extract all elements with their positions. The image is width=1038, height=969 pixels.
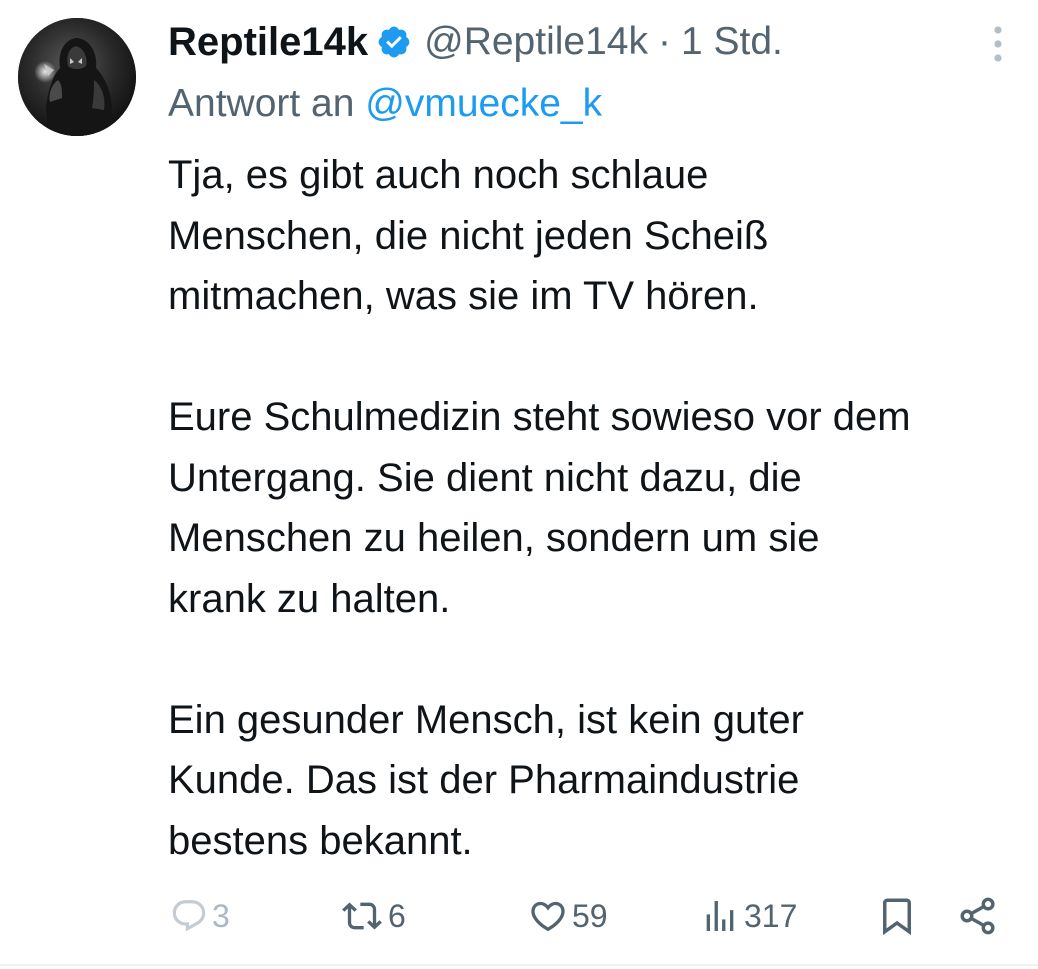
reply-context: Antwort an @vmuecke_k (168, 78, 602, 130)
tweet-paragraph: Ein gesunder Mensch, ist kein guter Kund… (168, 697, 804, 863)
action-bar: 3 6 59 317 (0, 888, 1038, 944)
more-vertical-icon[interactable] (982, 22, 1014, 66)
repost-button[interactable]: 6 (340, 888, 406, 944)
share-button[interactable] (956, 888, 1000, 944)
reply-bubble-icon (172, 900, 206, 932)
reply-mention-link[interactable]: @vmuecke_k (365, 82, 602, 125)
reply-button[interactable]: 3 (170, 888, 230, 944)
views-bar-chart-icon (706, 901, 734, 931)
divider (0, 964, 1038, 966)
reply-count: 3 (212, 897, 230, 934)
timestamp[interactable]: 1 Std. (681, 20, 783, 64)
tweet-paragraph: Eure Schulmedizin steht sowieso vor dem … (168, 395, 911, 621)
tweet-text: Tja, es gibt auch noch schlaue Menschen,… (168, 145, 1028, 871)
like-count: 59 (572, 897, 608, 934)
repost-count: 6 (388, 897, 406, 934)
bookmark-icon (883, 898, 911, 936)
share-icon (960, 897, 995, 935)
tweet-header: Reptile14k @Reptile14k · 1 Std. (168, 14, 783, 70)
tweet-paragraph: Tja, es gibt auch noch schlaue Menschen,… (168, 153, 769, 318)
avatar-image (18, 18, 136, 136)
avatar[interactable] (18, 18, 136, 136)
user-handle[interactable]: @Reptile14k (424, 20, 648, 64)
repost-icon (342, 902, 382, 930)
views-count: 317 (744, 897, 798, 934)
heart-icon (531, 901, 565, 932)
display-name[interactable]: Reptile14k (168, 20, 368, 65)
separator-dot: · (657, 20, 671, 63)
like-button[interactable]: 59 (528, 888, 608, 944)
views-button[interactable]: 317 (700, 888, 797, 944)
reply-prefix: Antwort an (168, 82, 355, 125)
verified-badge-icon (376, 24, 412, 60)
tweet[interactable]: Reptile14k @Reptile14k · 1 Std. Antwort … (0, 0, 1038, 966)
bookmark-button[interactable] (876, 888, 918, 944)
